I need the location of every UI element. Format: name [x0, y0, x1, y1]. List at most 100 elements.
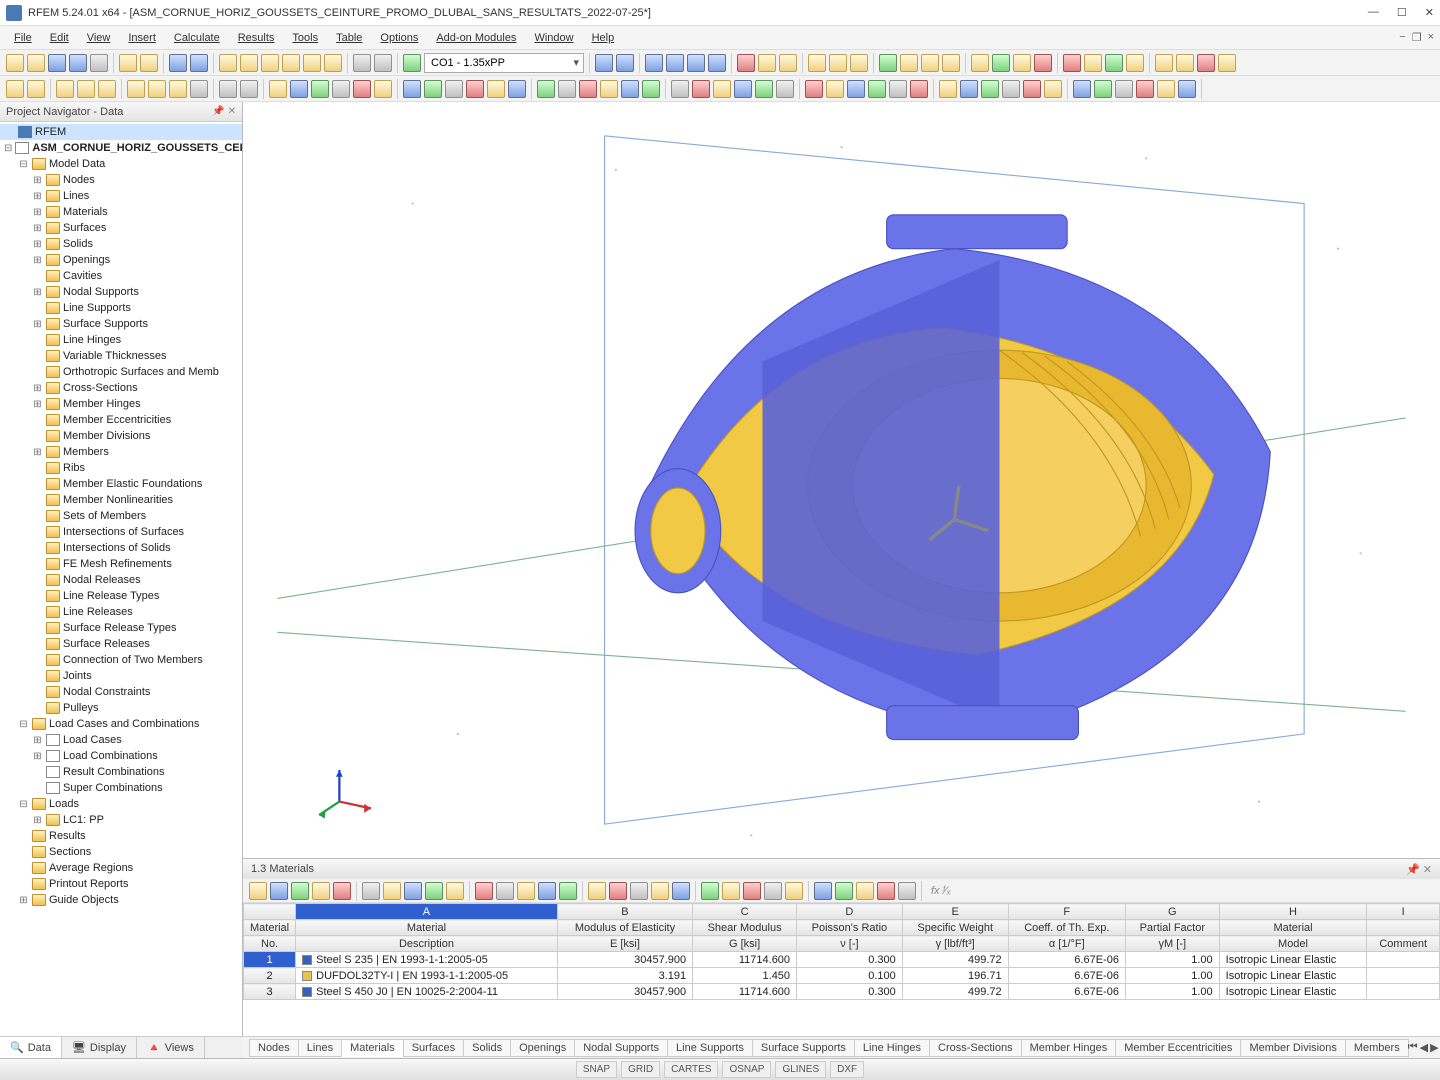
table-tool-icon[interactable]	[475, 882, 493, 900]
tool-icon[interactable]	[169, 80, 187, 98]
tool-icon[interactable]	[119, 54, 137, 72]
nav-next-icon[interactable]	[616, 54, 634, 72]
tool-icon[interactable]	[98, 80, 116, 98]
table-tool-icon[interactable]	[559, 882, 577, 900]
table-tool-icon[interactable]	[383, 882, 401, 900]
fx-icon[interactable]: fx	[931, 885, 940, 897]
table-tab[interactable]: Nodes	[249, 1039, 299, 1057]
tree-item[interactable]: Surface Release Types	[0, 620, 242, 636]
tool-icon[interactable]	[1002, 80, 1020, 98]
tool-icon[interactable]	[56, 80, 74, 98]
nav-prev-icon[interactable]	[595, 54, 613, 72]
tool-icon[interactable]	[992, 54, 1010, 72]
tool-icon[interactable]	[737, 54, 755, 72]
tree-item[interactable]: Orthotropic Surfaces and Memb	[0, 364, 242, 380]
tool-icon[interactable]	[942, 54, 960, 72]
tool-icon[interactable]	[508, 80, 526, 98]
table-tool-icon[interactable]	[672, 882, 690, 900]
tool-icon[interactable]	[847, 80, 865, 98]
tool-icon[interactable]	[939, 80, 957, 98]
nav-tab-data[interactable]: 🔍 Data	[0, 1037, 62, 1058]
tool-icon[interactable]	[808, 54, 826, 72]
tree-item[interactable]: Printout Reports	[0, 876, 242, 892]
table-tool-icon[interactable]	[835, 882, 853, 900]
redo-icon[interactable]	[190, 54, 208, 72]
new-icon[interactable]	[6, 54, 24, 72]
tool-icon[interactable]	[666, 54, 684, 72]
tool-icon[interactable]	[403, 54, 421, 72]
pin-icon[interactable]: 📌 ✕	[1406, 863, 1432, 876]
tool-icon[interactable]	[1178, 80, 1196, 98]
nav-tab-views[interactable]: 🔺 Views	[137, 1037, 205, 1058]
tool-icon[interactable]	[921, 54, 939, 72]
table-tab[interactable]: Materials	[341, 1039, 404, 1057]
fx-icon[interactable]: ᶠ∕ₓ	[943, 885, 951, 897]
menu-table[interactable]: Table	[328, 30, 370, 46]
mdi-close-icon[interactable]: ×	[1428, 31, 1434, 44]
table-tab[interactable]: Member Hinges	[1021, 1039, 1117, 1057]
tree-item[interactable]: ⊟ASM_CORNUE_HORIZ_GOUSSETS_CEI	[0, 140, 242, 156]
tool-icon[interactable]	[1155, 54, 1173, 72]
tool-icon[interactable]	[805, 80, 823, 98]
tool-icon[interactable]	[1013, 54, 1031, 72]
tree-item[interactable]: Line Supports	[0, 300, 242, 316]
table-tool-icon[interactable]	[651, 882, 669, 900]
tree-item[interactable]: Nodal Constraints	[0, 684, 242, 700]
menu-window[interactable]: Window	[526, 30, 581, 46]
tool-icon[interactable]	[1115, 80, 1133, 98]
table-tab[interactable]: Member Divisions	[1240, 1039, 1345, 1057]
tree-item[interactable]: ⊟Loads	[0, 796, 242, 812]
tool-icon[interactable]	[311, 80, 329, 98]
menu-calculate[interactable]: Calculate	[166, 30, 228, 46]
tree-item[interactable]: ⊞Lines	[0, 188, 242, 204]
table-tab[interactable]: Cross-Sections	[929, 1039, 1022, 1057]
table-tool-icon[interactable]	[404, 882, 422, 900]
tool-icon[interactable]	[868, 80, 886, 98]
table-tool-icon[interactable]	[743, 882, 761, 900]
tool-icon[interactable]	[140, 54, 158, 72]
tree-item[interactable]: Member Eccentricities	[0, 412, 242, 428]
tool-icon[interactable]	[692, 80, 710, 98]
tool-icon[interactable]	[1023, 80, 1041, 98]
table-tab[interactable]: Nodal Supports	[574, 1039, 668, 1057]
tool-icon[interactable]	[269, 80, 287, 98]
table-tool-icon[interactable]	[249, 882, 267, 900]
tree-item[interactable]: ⊞Members	[0, 444, 242, 460]
menu-view[interactable]: View	[79, 30, 119, 46]
tree-item[interactable]: Results	[0, 828, 242, 844]
tool-icon[interactable]	[282, 54, 300, 72]
tool-icon[interactable]	[240, 54, 258, 72]
tool-icon[interactable]	[826, 80, 844, 98]
tool-icon[interactable]	[332, 80, 350, 98]
saveas-icon[interactable]	[69, 54, 87, 72]
tool-icon[interactable]	[190, 80, 208, 98]
tool-icon[interactable]	[600, 80, 618, 98]
tree-item[interactable]: FE Mesh Refinements	[0, 556, 242, 572]
tab-prev-icon[interactable]: ◀	[1420, 1041, 1428, 1054]
table-tool-icon[interactable]	[425, 882, 443, 900]
tool-icon[interactable]	[1157, 80, 1175, 98]
table-row[interactable]: 2DUFDOL32TY-I | EN 1993-1-1:2005-053.191…	[244, 968, 1440, 984]
table-tool-icon[interactable]	[517, 882, 535, 900]
tree-item[interactable]: Sections	[0, 844, 242, 860]
status-grid[interactable]: GRID	[621, 1061, 660, 1078]
tool-icon[interactable]	[981, 80, 999, 98]
tab-next-icon[interactable]: ▶	[1430, 1041, 1438, 1054]
table-tool-icon[interactable]	[312, 882, 330, 900]
tree-item[interactable]: Member Nonlinearities	[0, 492, 242, 508]
menu-file[interactable]: File	[6, 30, 40, 46]
table-tab[interactable]: Member Eccentricities	[1115, 1039, 1241, 1057]
tool-icon[interactable]	[27, 80, 45, 98]
table-tool-icon[interactable]	[538, 882, 556, 900]
tool-icon[interactable]	[1063, 54, 1081, 72]
mdi-restore-icon[interactable]: ❐	[1412, 31, 1422, 44]
tool-icon[interactable]	[755, 80, 773, 98]
table-tool-icon[interactable]	[446, 882, 464, 900]
status-snap[interactable]: SNAP	[576, 1061, 617, 1078]
table-tool-icon[interactable]	[701, 882, 719, 900]
table-tool-icon[interactable]	[496, 882, 514, 900]
open-icon[interactable]	[27, 54, 45, 72]
status-cartes[interactable]: CARTES	[664, 1061, 718, 1078]
tree-item[interactable]: Cavities	[0, 268, 242, 284]
table-tab[interactable]: Line Supports	[667, 1039, 753, 1057]
